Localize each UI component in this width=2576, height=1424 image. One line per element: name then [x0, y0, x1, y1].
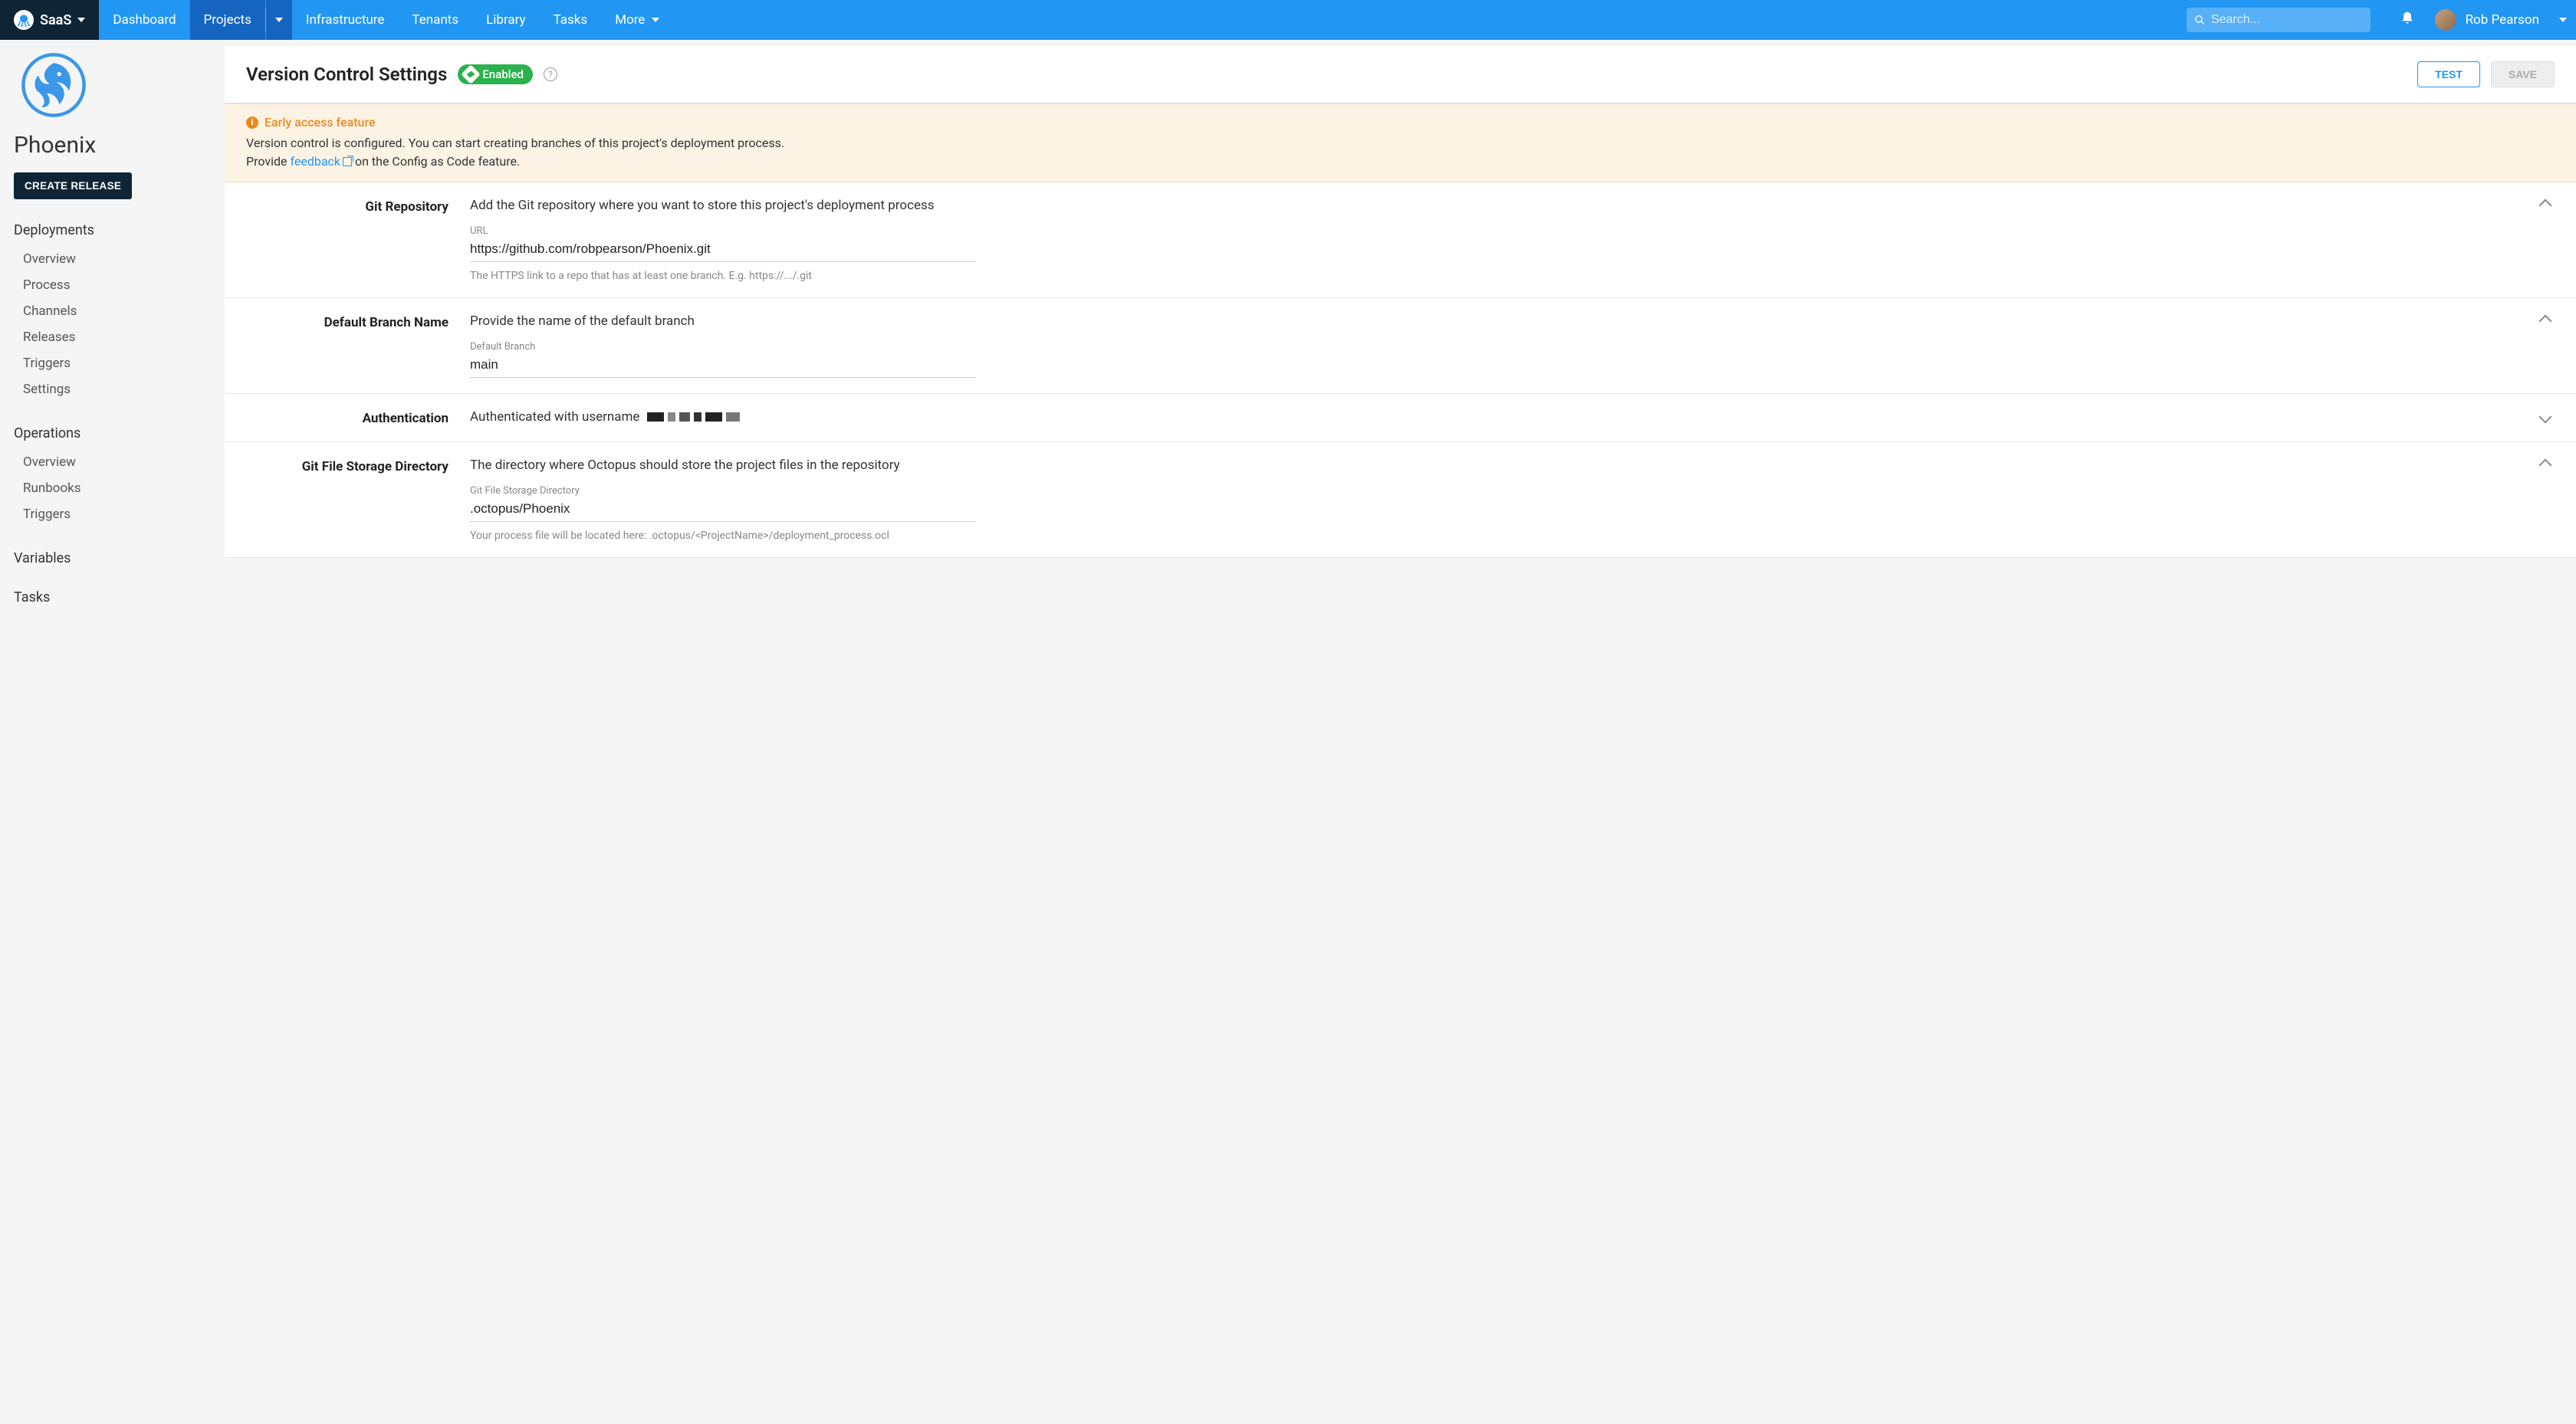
info-icon: i	[246, 116, 258, 129]
sidebar-item-overview[interactable]: Overview	[14, 246, 211, 272]
chevron-up-icon	[2539, 459, 2552, 472]
project-name: Phoenix	[14, 132, 211, 159]
sidebar-item-channels[interactable]: Channels	[14, 298, 211, 324]
help-icon[interactable]: ?	[544, 67, 557, 81]
alert-line1: Version control is configured. You can s…	[246, 136, 784, 150]
sidebar-heading-deployments[interactable]: Deployments	[14, 222, 211, 238]
page-title: Version Control Settings	[246, 64, 447, 85]
octopus-logo-icon	[14, 10, 34, 30]
chevron-down-icon	[2559, 18, 2567, 22]
section-default-branch: Default Branch Name Provide the name of …	[225, 298, 2576, 394]
badge-label: Enabled	[482, 67, 524, 81]
phoenix-icon	[15, 51, 92, 120]
nav-tasks[interactable]: Tasks	[540, 0, 602, 40]
storage-help: Your process file will be located here: …	[470, 530, 2515, 542]
main-content: Version Control Settings Enabled ? TEST …	[225, 40, 2576, 636]
chevron-down-icon	[77, 18, 85, 22]
sidebar-item-op-triggers[interactable]: Triggers	[14, 501, 211, 527]
auth-label: Authentication	[246, 409, 449, 426]
user-menu[interactable]: Rob Pearson	[2429, 9, 2550, 31]
user-dropdown[interactable]	[2550, 18, 2576, 22]
git-repo-desc: Add the Git repository where you want to…	[470, 198, 2515, 213]
branch-label: Default Branch Name	[246, 313, 449, 378]
collapse-toggle[interactable]	[2536, 313, 2555, 378]
page-header: Version Control Settings Enabled ? TEST …	[225, 46, 2576, 103]
sidebar-item-runbooks[interactable]: Runbooks	[14, 475, 211, 501]
nav-infrastructure[interactable]: Infrastructure	[292, 0, 399, 40]
alert-line2a: Provide	[246, 154, 290, 169]
external-link-icon	[343, 157, 352, 166]
nav-more[interactable]: More	[601, 0, 673, 40]
test-button[interactable]: TEST	[2417, 61, 2480, 87]
auth-desc: Authenticated with username	[470, 409, 639, 425]
avatar	[2435, 9, 2456, 31]
default-branch-input[interactable]	[470, 353, 976, 378]
chevron-down-icon	[275, 18, 283, 22]
sidebar-item-releases[interactable]: Releases	[14, 324, 211, 350]
brand-label: SaaS	[40, 12, 71, 28]
collapse-toggle[interactable]	[2536, 458, 2555, 542]
nav-dashboard[interactable]: Dashboard	[99, 0, 189, 40]
notifications-button[interactable]	[2386, 11, 2429, 29]
branch-field-label: Default Branch	[470, 341, 2515, 353]
projects-dropdown[interactable]	[266, 0, 292, 40]
search-box[interactable]	[2187, 8, 2371, 32]
feedback-link-label: feedback	[290, 154, 340, 169]
alert-line2b: on the Config as Code feature.	[352, 154, 520, 169]
redacted-username	[647, 412, 740, 422]
nav-tenants[interactable]: Tenants	[398, 0, 472, 40]
chevron-down-icon	[652, 18, 659, 22]
sidebar: Phoenix CREATE RELEASE Deployments Overv…	[0, 40, 225, 636]
section-git-repository: Git Repository Add the Git repository wh…	[225, 182, 2576, 298]
git-icon	[462, 64, 481, 84]
enabled-badge: Enabled	[458, 64, 533, 84]
nav-more-label: More	[615, 12, 645, 28]
project-logo	[14, 51, 211, 127]
section-storage-directory: Git File Storage Directory The directory…	[225, 442, 2576, 558]
save-button: SAVE	[2491, 61, 2555, 87]
git-url-input[interactable]	[470, 237, 976, 262]
sidebar-heading-tasks[interactable]: Tasks	[14, 589, 211, 605]
storage-label: Git File Storage Directory	[246, 458, 449, 542]
collapse-toggle[interactable]	[2536, 198, 2555, 282]
chevron-down-icon	[2539, 411, 2552, 424]
url-help: The HTTPS link to a repo that has at lea…	[470, 270, 2515, 282]
early-access-alert: i Early access feature Version control i…	[225, 103, 2576, 182]
alert-title: Early access feature	[264, 115, 376, 130]
search-icon	[2194, 14, 2205, 26]
sidebar-heading-operations[interactable]: Operations	[14, 425, 211, 441]
bell-icon	[2400, 11, 2415, 26]
expand-toggle[interactable]	[2536, 409, 2555, 426]
feedback-link[interactable]: feedback	[290, 154, 352, 169]
sidebar-item-triggers[interactable]: Triggers	[14, 350, 211, 376]
chevron-up-icon	[2539, 199, 2552, 212]
nav-library[interactable]: Library	[472, 0, 539, 40]
nav-projects[interactable]: Projects	[190, 0, 265, 40]
section-authentication: Authentication Authenticated with userna…	[225, 394, 2576, 442]
search-input[interactable]	[2211, 13, 2363, 27]
top-nav: SaaS Dashboard Projects Infrastructure T…	[0, 0, 2576, 40]
sidebar-item-process[interactable]: Process	[14, 272, 211, 298]
user-name: Rob Pearson	[2466, 12, 2539, 28]
storage-desc: The directory where Octopus should store…	[470, 458, 2515, 473]
sidebar-item-settings[interactable]: Settings	[14, 376, 211, 402]
brand[interactable]: SaaS	[0, 0, 99, 40]
create-release-button[interactable]: CREATE RELEASE	[14, 172, 132, 199]
storage-directory-input[interactable]	[470, 497, 976, 522]
storage-field-label: Git File Storage Directory	[470, 485, 2515, 497]
sidebar-item-op-overview[interactable]: Overview	[14, 449, 211, 475]
sidebar-heading-variables[interactable]: Variables	[14, 550, 211, 566]
git-repo-label: Git Repository	[246, 198, 449, 282]
chevron-up-icon	[2539, 315, 2552, 328]
url-label: URL	[470, 225, 2515, 237]
nav-items: Dashboard Projects Infrastructure Tenant…	[99, 0, 672, 40]
branch-desc: Provide the name of the default branch	[470, 313, 2515, 329]
